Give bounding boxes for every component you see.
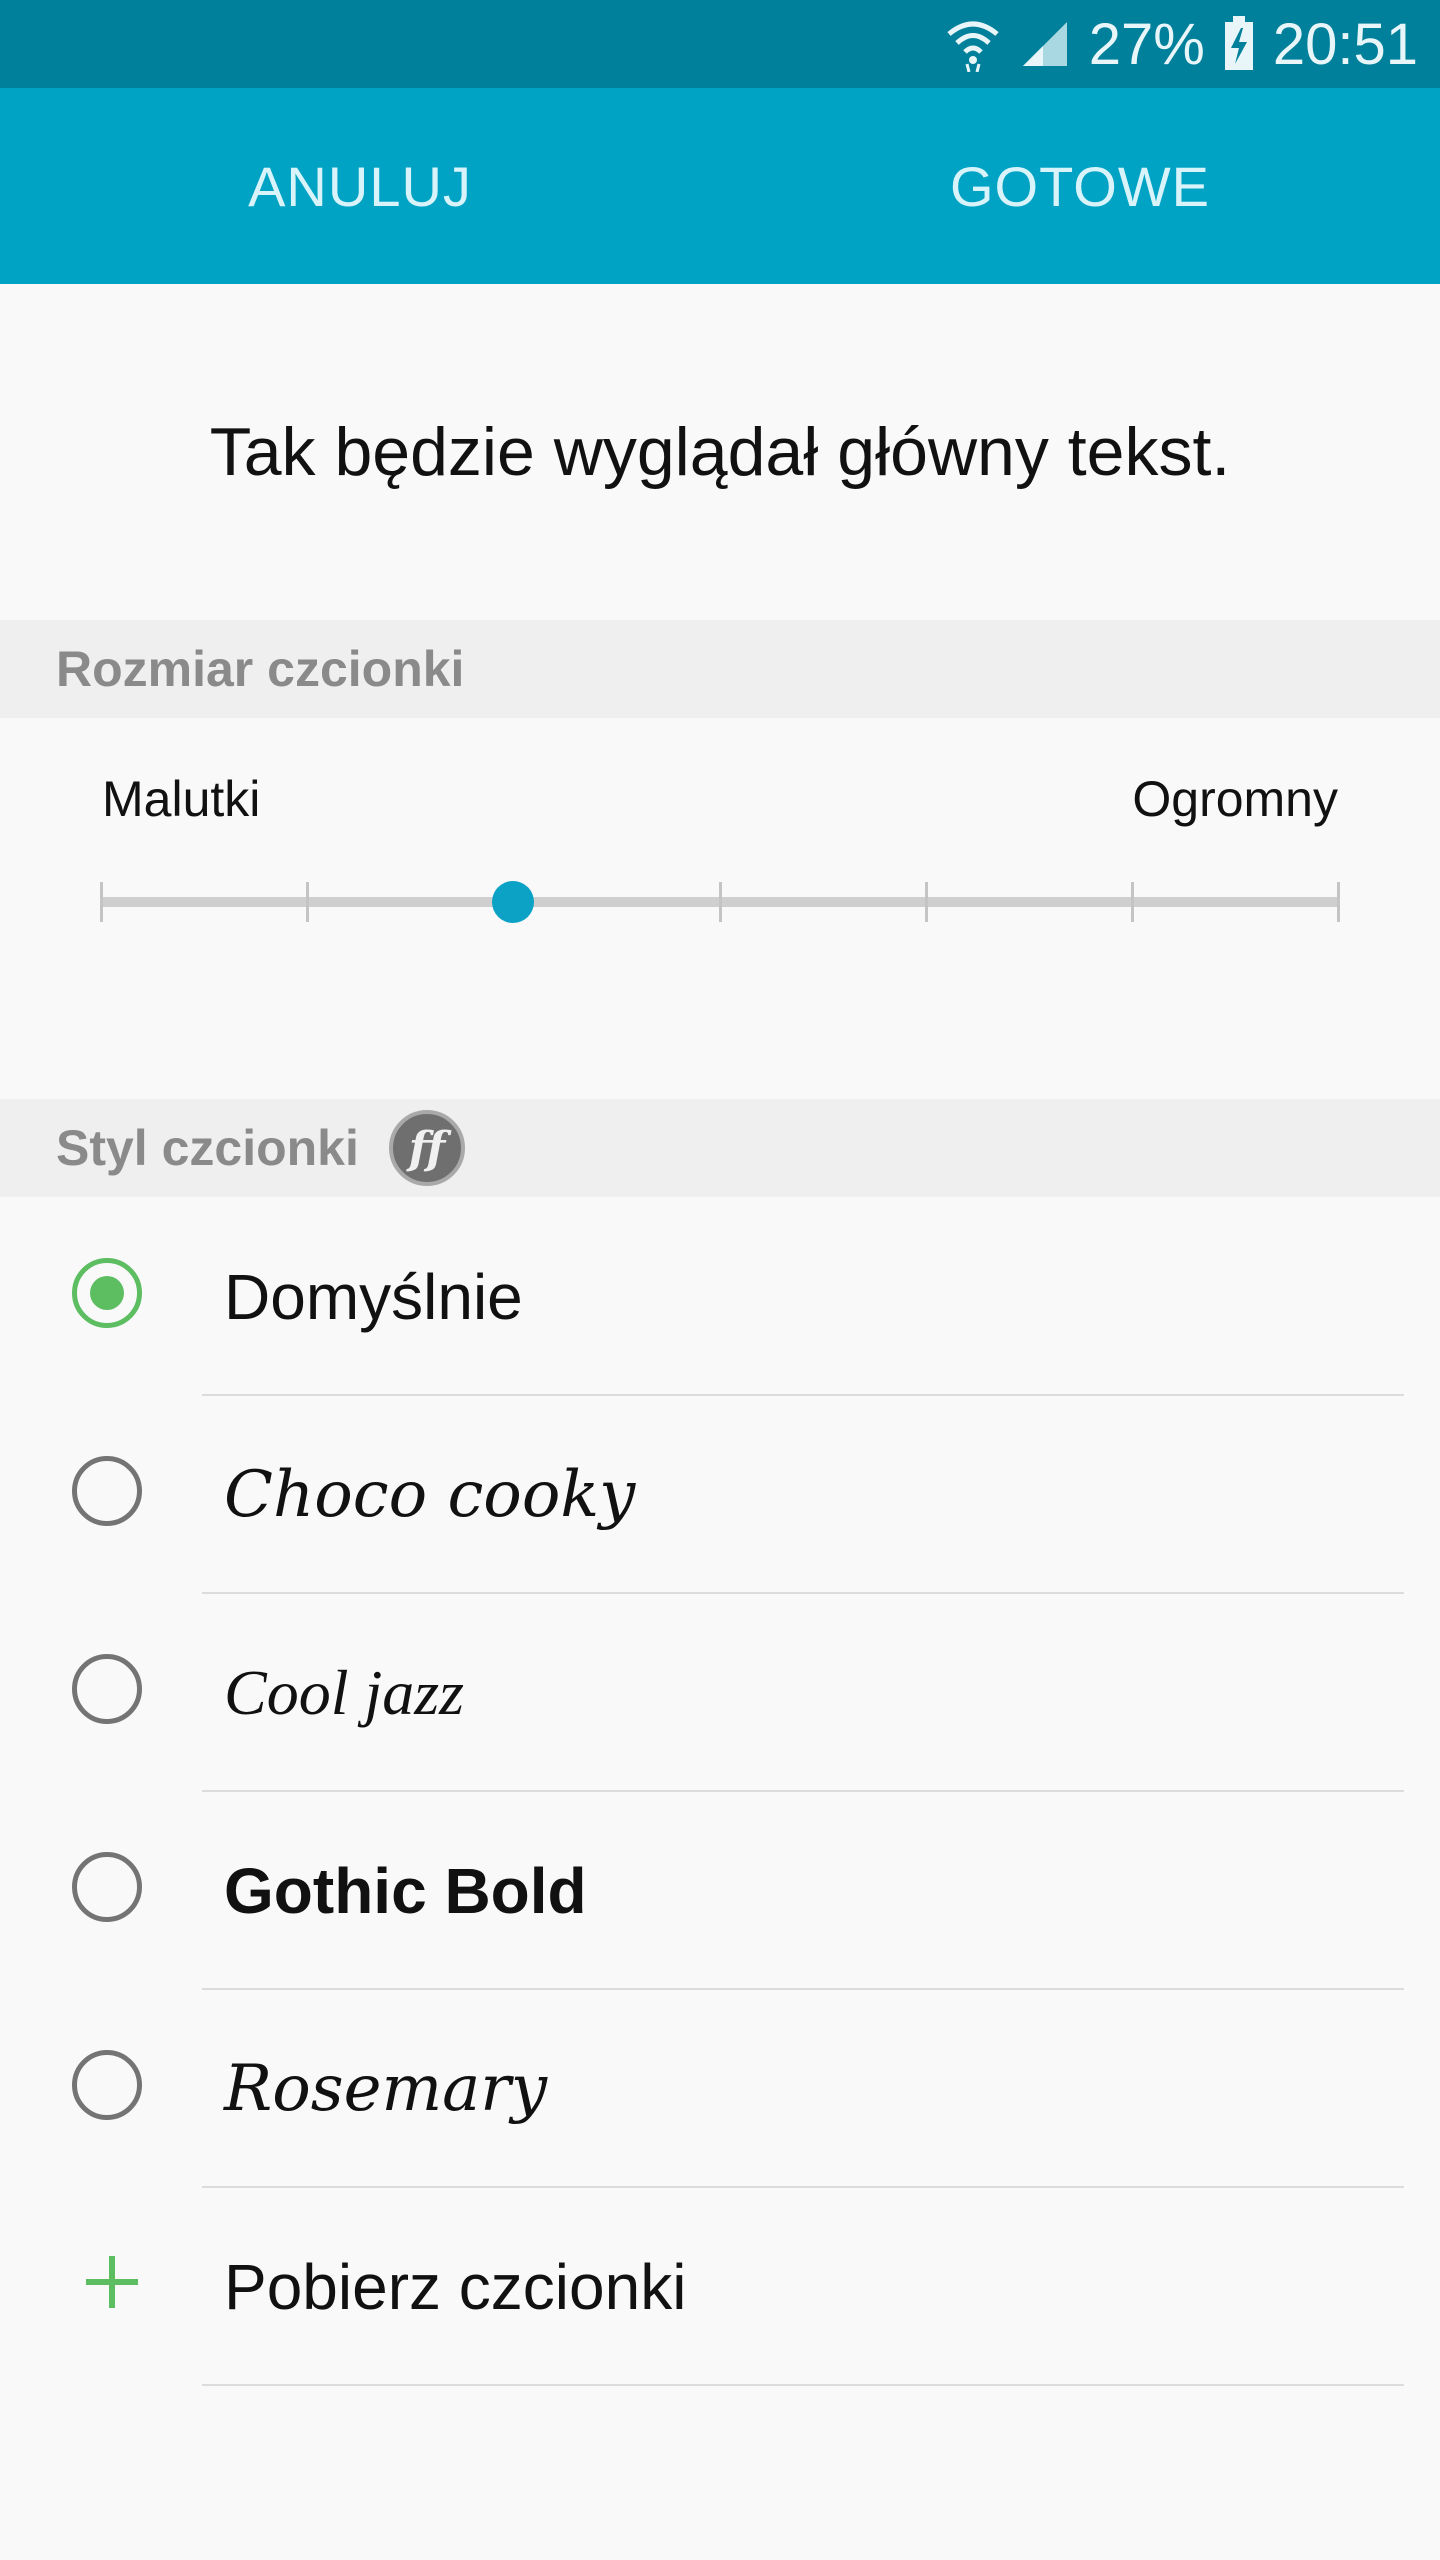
font-preview-text: Tak będzie wyglądał główny tekst. <box>209 414 1231 490</box>
font-option-label: Rosemary <box>224 2052 548 2126</box>
font-option-default[interactable]: Domyślnie <box>0 1198 1440 1396</box>
radio-button[interactable] <box>72 1654 142 1724</box>
clock: 20:51 <box>1272 11 1418 77</box>
font-size-header-label: Rozmiar czcionki <box>56 641 465 697</box>
status-icons: 27% 20:51 <box>945 0 1418 88</box>
radio-button-selected[interactable] <box>72 1258 142 1328</box>
signal-icon <box>1019 18 1071 70</box>
done-button[interactable]: GOTOWE <box>720 88 1440 284</box>
font-option-label: Domyślnie <box>224 1261 523 1333</box>
font-option-choco-cooky[interactable]: Choco cooky <box>0 1396 1440 1594</box>
slider-tick <box>306 882 309 922</box>
radio-button[interactable] <box>72 1456 142 1526</box>
slider-tick <box>1131 882 1134 922</box>
cancel-button[interactable]: ANULUJ <box>0 88 720 284</box>
download-fonts-label: Pobierz czcionki <box>224 2251 687 2323</box>
radio-button[interactable] <box>72 1852 142 1922</box>
font-option-label: Gothic Bold <box>224 1855 587 1927</box>
font-option-cool-jazz[interactable]: Cool jazz <box>0 1594 1440 1792</box>
ff-icon: ff <box>388 1110 465 1186</box>
radio-button[interactable] <box>72 2050 142 2120</box>
size-max-label: Ogromny <box>1132 771 1338 827</box>
action-bar: ANULUJ GOTOWE <box>0 88 1440 284</box>
font-style-header: Styl czcionki ff <box>0 1099 1440 1197</box>
battery-percent: 27% <box>1088 11 1205 77</box>
size-min-label: Malutki <box>102 771 261 827</box>
font-option-label: Cool jazz <box>224 1657 465 1728</box>
slider-tick <box>719 882 722 922</box>
divider <box>202 2384 1404 2386</box>
slider-tick <box>100 882 103 922</box>
slider-tick <box>925 882 928 922</box>
wifi-icon <box>945 16 1001 72</box>
font-option-gothic-bold[interactable]: Gothic Bold <box>0 1792 1440 1990</box>
battery-charging-icon <box>1223 16 1255 72</box>
font-size-labels: Malutki Ogromny <box>102 770 1338 834</box>
font-size-slider[interactable] <box>100 870 1340 934</box>
plus-icon <box>84 2254 140 2310</box>
download-fonts-item[interactable]: Pobierz czcionki <box>0 2188 1440 2386</box>
slider-thumb[interactable] <box>492 881 534 923</box>
font-option-rosemary[interactable]: Rosemary <box>0 1990 1440 2188</box>
status-bar: 27% 20:51 <box>0 0 1440 88</box>
font-style-header-label: Styl czcionki <box>56 1120 359 1176</box>
font-size-header: Rozmiar czcionki <box>0 620 1440 718</box>
slider-tick <box>1337 882 1340 922</box>
font-option-label: Choco cooky <box>224 1458 636 1532</box>
